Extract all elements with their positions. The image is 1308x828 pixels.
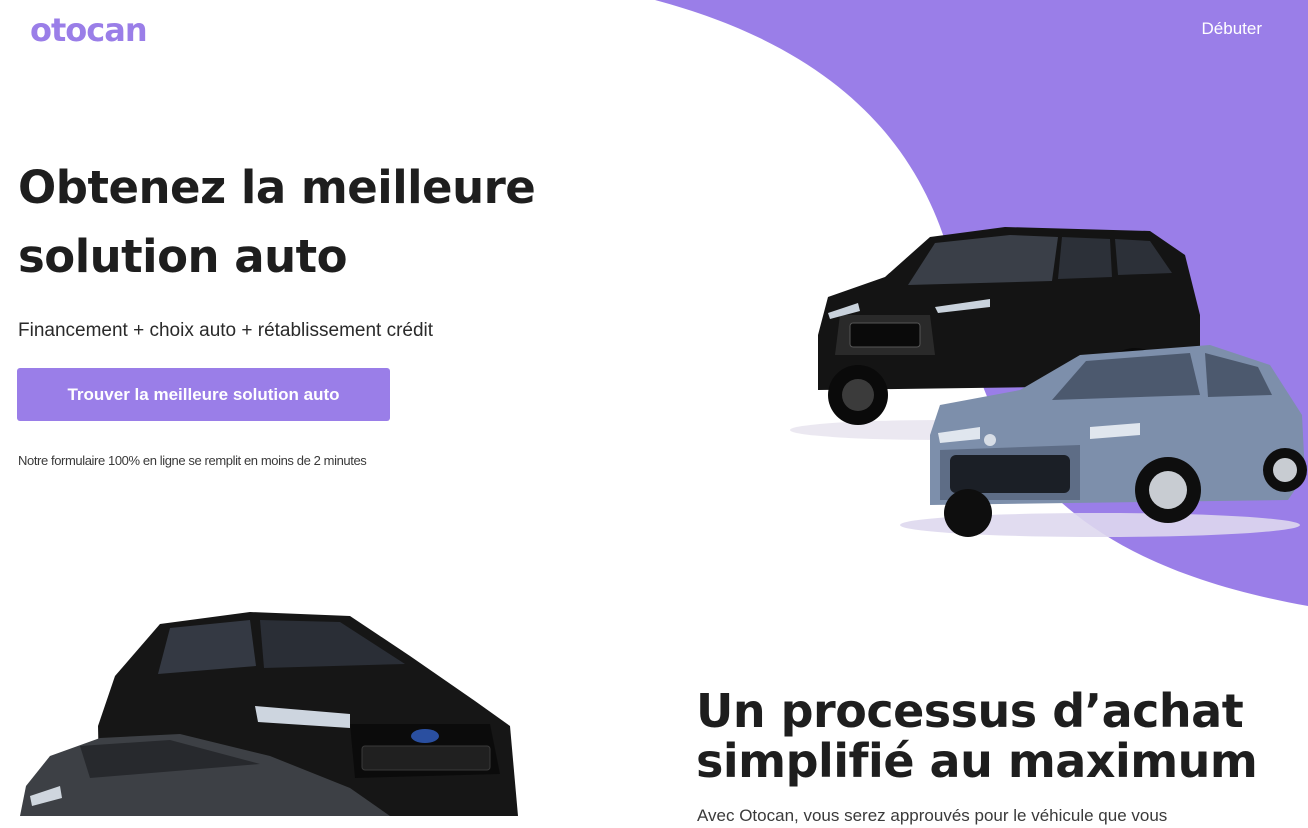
form-duration-note: Notre formulaire 100% en ligne se rempli… bbox=[18, 453, 367, 468]
process-title-line-1: Un processus d’achat bbox=[696, 684, 1244, 738]
hero-title: Obtenez la meilleure solution auto bbox=[18, 153, 618, 291]
start-link[interactable]: Débuter bbox=[1202, 18, 1262, 40]
otocan-logo[interactable]: otocan bbox=[30, 8, 148, 52]
hero-cars-image bbox=[790, 227, 1307, 537]
hero-subtitle: Financement + choix auto + rétablissemen… bbox=[18, 320, 434, 341]
process-title-line-2: simplifié au maximum bbox=[696, 734, 1258, 788]
hero-title-line-1: Obtenez la meilleure bbox=[18, 161, 536, 214]
hero-title-line-2: solution auto bbox=[18, 230, 348, 283]
process-cars-image bbox=[20, 612, 518, 816]
process-section-title: Un processus d’achat simplifié au maximu… bbox=[696, 686, 1296, 786]
find-best-solution-button[interactable]: Trouver la meilleure solution auto bbox=[17, 368, 390, 421]
process-section-body: Avec Otocan, vous serez approuvés pour l… bbox=[697, 806, 1168, 825]
